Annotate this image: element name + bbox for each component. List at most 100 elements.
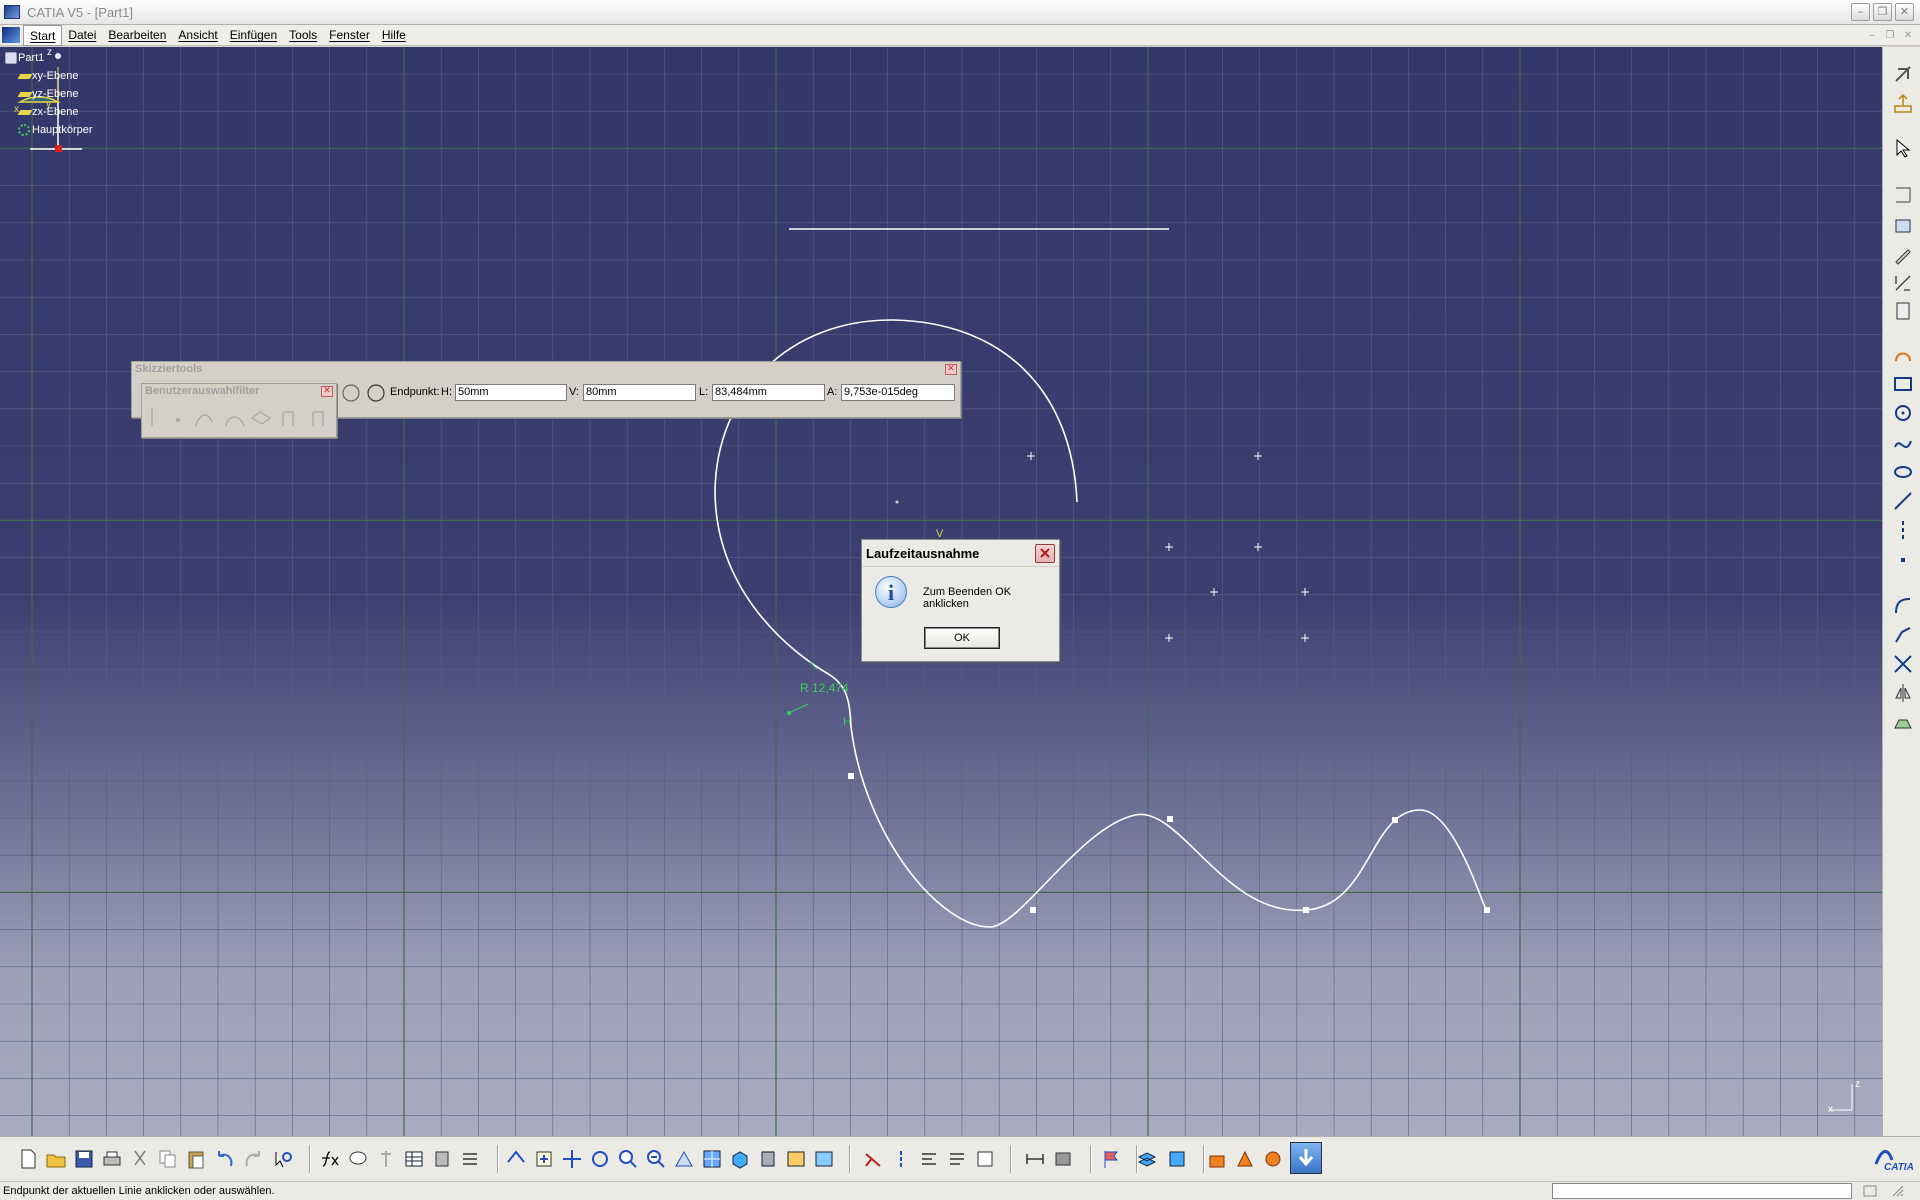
table-icon[interactable]	[403, 1148, 425, 1170]
undo-icon[interactable]	[213, 1148, 235, 1170]
tree-node-zx-plane[interactable]: zx-Ebene	[4, 103, 93, 121]
tree-node-yz-plane[interactable]: yz-Ebene	[4, 85, 93, 103]
analysis-icon[interactable]	[974, 1148, 996, 1170]
law-icon[interactable]	[375, 1148, 397, 1170]
normal-view-icon[interactable]	[673, 1148, 695, 1170]
pan-icon[interactable]	[561, 1148, 583, 1170]
menu-tools[interactable]: Tools	[283, 25, 323, 46]
a-field[interactable]: 9,753e-015deg	[841, 384, 955, 401]
selection-filter-toolbar[interactable]: Benutzerauswahlfilter ✕	[141, 383, 337, 438]
redo-icon[interactable]	[243, 1148, 265, 1170]
l-field[interactable]: 83,484mm	[712, 384, 825, 401]
iso-view-icon[interactable]	[729, 1148, 751, 1170]
point-icon[interactable]	[1892, 549, 1914, 571]
zoom-out-icon[interactable]	[645, 1148, 667, 1170]
menu-datei[interactable]: Datei	[62, 25, 102, 46]
layer-icon[interactable]	[1136, 1148, 1158, 1170]
flag-icon[interactable]	[1100, 1148, 1122, 1170]
catalog-icon[interactable]	[431, 1148, 453, 1170]
paste-icon[interactable]	[185, 1148, 207, 1170]
menu-bearbeiten[interactable]: Bearbeiten	[102, 25, 172, 46]
rectangle-icon[interactable]	[1892, 373, 1914, 395]
mirror-icon[interactable]	[1892, 682, 1914, 704]
h-field[interactable]: 50mm	[455, 384, 567, 401]
calculator-icon[interactable]	[1892, 300, 1914, 322]
ok-button[interactable]: OK	[924, 627, 1000, 649]
whats-this-icon[interactable]	[272, 1148, 294, 1170]
v-field[interactable]: 80mm	[583, 384, 696, 401]
close-button[interactable]: ✕	[1895, 3, 1914, 21]
dimensional-constraints-icon[interactable]	[946, 1148, 968, 1170]
trim-icon[interactable]	[1892, 653, 1914, 675]
shading-icon[interactable]	[757, 1148, 779, 1170]
profile-icon[interactable]	[1892, 184, 1914, 206]
minimize-button[interactable]: –	[1851, 3, 1870, 21]
spline-icon[interactable]	[1892, 432, 1914, 454]
rotate-icon[interactable]	[589, 1148, 611, 1170]
save-icon[interactable]	[73, 1148, 95, 1170]
grid-snap-icon[interactable]	[862, 1148, 884, 1170]
hide-show-icon[interactable]	[785, 1148, 807, 1170]
resize-grip-icon[interactable]	[1890, 1184, 1906, 1198]
measure-icon[interactable]	[459, 1148, 481, 1170]
cut-icon[interactable]	[129, 1148, 151, 1170]
catia-app-icon[interactable]	[4, 5, 20, 19]
multi-view-icon[interactable]	[701, 1148, 723, 1170]
menu-einfuegen[interactable]: Einfügen	[224, 25, 283, 46]
dialog-close-button[interactable]	[1035, 544, 1055, 563]
exit-sketch-icon[interactable]	[1892, 92, 1914, 114]
filter-buttons[interactable]	[148, 404, 334, 434]
document-icon[interactable]	[2, 27, 20, 43]
close-icon[interactable]: ✕	[945, 364, 957, 375]
select-arrow-icon[interactable]	[1892, 137, 1914, 159]
chamfer-icon[interactable]	[1892, 624, 1914, 646]
axis-icon[interactable]	[1892, 519, 1914, 541]
constraint-box-icon[interactable]	[1892, 214, 1914, 236]
construction-icon[interactable]	[890, 1148, 912, 1170]
power-input-icon[interactable]	[1862, 1184, 1878, 1198]
pencil-icon[interactable]	[1892, 244, 1914, 266]
circle-icon[interactable]	[1892, 402, 1914, 424]
project-3d-icon[interactable]	[1892, 711, 1914, 733]
open-folder-icon[interactable]	[45, 1148, 67, 1170]
mdi-restore-button[interactable]: ❐	[1882, 29, 1898, 43]
tool-orange-1-icon[interactable]	[1206, 1148, 1228, 1170]
geometric-constraints-icon[interactable]	[918, 1148, 940, 1170]
close-icon[interactable]: ✕	[321, 386, 333, 397]
zoom-in-icon[interactable]	[617, 1148, 639, 1170]
menu-start[interactable]: Start	[23, 25, 63, 46]
maximize-button[interactable]: ❐	[1873, 3, 1892, 21]
tree-node-part1[interactable]: Part1	[4, 49, 93, 67]
mdi-minimize-button[interactable]: –	[1864, 29, 1880, 43]
fit-all-icon[interactable]	[533, 1148, 555, 1170]
fly-mode-icon[interactable]	[505, 1148, 527, 1170]
fix-together-icon[interactable]	[1052, 1148, 1074, 1170]
dialog-titlebar[interactable]: Laufzeitausnahme	[862, 540, 1059, 567]
tree-node-xy-plane[interactable]: xy-Ebene	[4, 67, 93, 85]
command-input[interactable]	[1552, 1183, 1852, 1199]
menu-fenster[interactable]: Fenster	[323, 25, 376, 46]
sketch-analysis-icon[interactable]	[1166, 1148, 1188, 1170]
corner-icon[interactable]	[1892, 595, 1914, 617]
profile-sketch-icon[interactable]	[1892, 345, 1914, 367]
constraint-icon[interactable]	[1892, 272, 1914, 294]
formula-icon[interactable]	[319, 1148, 341, 1170]
new-document-icon[interactable]	[17, 1148, 39, 1170]
line-icon[interactable]	[1892, 490, 1914, 512]
exit-workbench-icon[interactable]	[1892, 63, 1914, 85]
download-arrow-icon[interactable]	[1290, 1142, 1322, 1174]
tree-node-body[interactable]: Hauptkörper	[4, 121, 93, 139]
tool-orange-3-icon[interactable]	[1262, 1148, 1284, 1170]
tool-orange-2-icon[interactable]	[1234, 1148, 1256, 1170]
ellipse-icon[interactable]	[1892, 461, 1914, 483]
copy-icon[interactable]	[157, 1148, 179, 1170]
constraint-distance-icon[interactable]	[1024, 1148, 1046, 1170]
swap-space-icon[interactable]	[813, 1148, 835, 1170]
mdi-close-button[interactable]: ✕	[1900, 29, 1916, 43]
print-icon[interactable]	[101, 1148, 123, 1170]
circle-mode-icon[interactable]	[340, 382, 390, 404]
menu-ansicht[interactable]: Ansicht	[172, 25, 223, 46]
runtime-exception-dialog[interactable]: Laufzeitausnahme i Zum Beenden OK anklic…	[861, 539, 1060, 662]
menu-hilfe[interactable]: Hilfe	[376, 25, 412, 46]
knowledge-icon[interactable]	[347, 1148, 369, 1170]
